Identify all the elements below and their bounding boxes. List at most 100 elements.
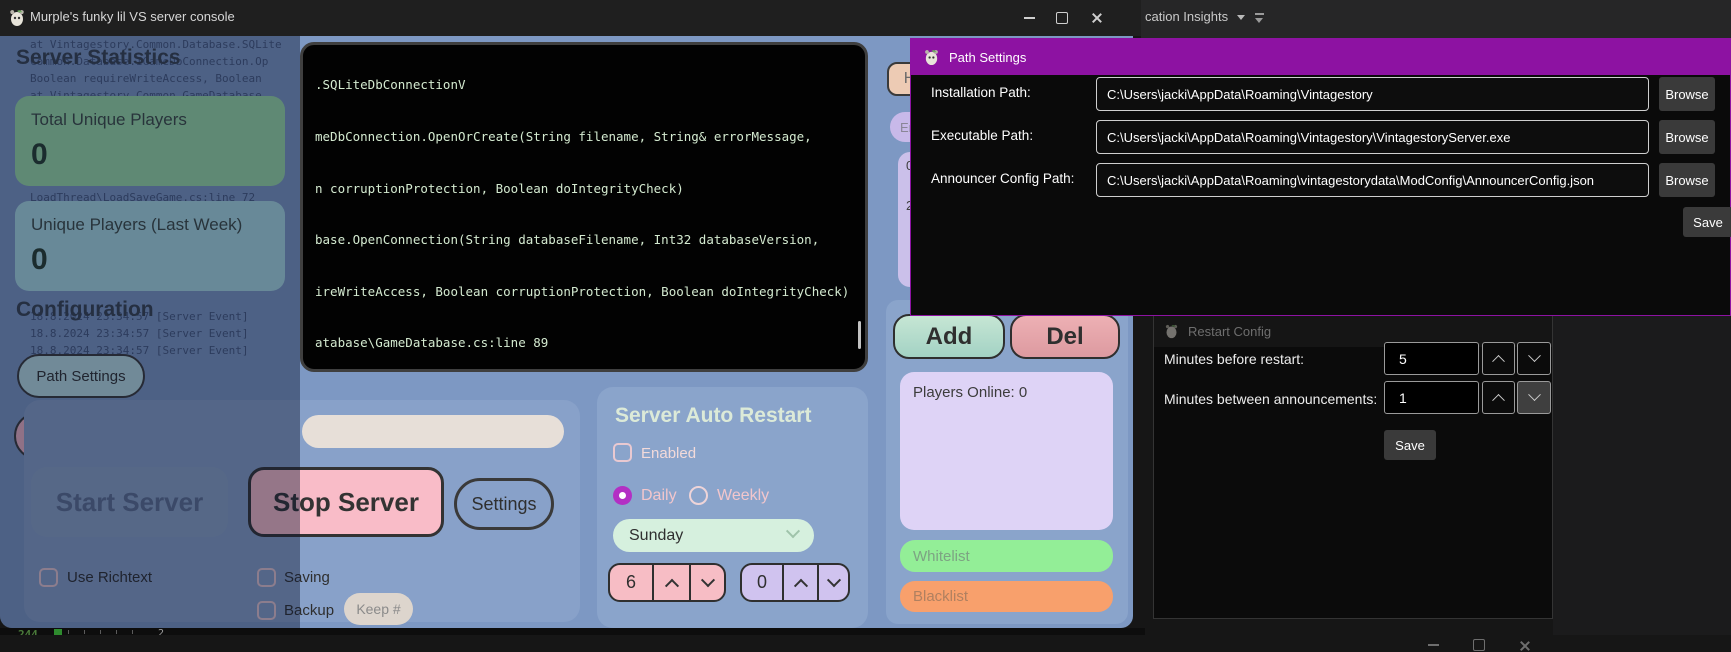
maximize-button[interactable] — [1472, 638, 1486, 652]
stop-server-label: Stop Server — [273, 487, 419, 518]
stop-server-button[interactable]: Stop Server — [248, 467, 444, 537]
executable-path-label: Executable Path: — [931, 128, 1033, 143]
maximize-button[interactable] — [1055, 11, 1069, 25]
backup-label: Backup — [284, 602, 334, 619]
minute-value[interactable]: 0 — [742, 565, 782, 600]
settings-button-label: Settings — [471, 494, 536, 515]
diagnostics-panel: 0 CPU (% of all processo 100 0 Summary E… — [1553, 314, 1731, 635]
settings-button[interactable]: Settings — [454, 478, 554, 530]
day-dropdown[interactable]: Sunday — [613, 519, 814, 552]
saving-checkbox[interactable] — [257, 568, 276, 587]
blacklist-label: Blacklist — [913, 588, 968, 605]
installation-path-browse-button[interactable]: Browse — [1659, 77, 1715, 111]
path-settings-titlebar[interactable]: Path Settings — [911, 39, 1730, 75]
whitelist-button[interactable]: Whitelist — [900, 540, 1113, 572]
hour-up-button[interactable] — [652, 565, 689, 600]
chevron-down-icon — [1528, 349, 1541, 362]
chevron-up-icon — [664, 578, 678, 592]
minutes-before-restart-input[interactable]: 5 — [1384, 342, 1479, 375]
minutes-before-up-button[interactable] — [1482, 342, 1515, 375]
chevron-up-icon — [793, 578, 807, 592]
close-button[interactable] — [1090, 11, 1104, 25]
keep-number-button[interactable]: Keep # — [344, 593, 413, 625]
enabled-checkbox[interactable] — [613, 443, 632, 462]
chevron-down-icon — [1528, 388, 1541, 401]
path-settings-button[interactable]: Path Settings — [17, 354, 145, 398]
ghost-line: Boolean requireWriteAccess, Boolean — [30, 70, 310, 87]
add-player-button[interactable]: Add — [893, 314, 1005, 359]
screen: { "colors": { "accent_purple": "#8d12a2"… — [0, 0, 1731, 635]
auto-restart-heading: Server Auto Restart — [615, 404, 811, 428]
announcer-config-path-label: Announcer Config Path: — [931, 171, 1074, 186]
strip-axis-value: 244 — [18, 628, 38, 635]
restart-config-dialog: Restart Config Minutes before restart: 5… — [1153, 314, 1553, 619]
browse-button-label: Browse — [1665, 130, 1708, 145]
minutes-between-announcements-input[interactable]: 1 — [1384, 381, 1479, 414]
window-title: Murple's funky lil VS server console — [30, 9, 235, 24]
enabled-label: Enabled — [641, 445, 696, 462]
start-server-label: Start Server — [56, 487, 203, 518]
minimize-button[interactable] — [1426, 638, 1440, 652]
keep-number-label: Keep # — [356, 601, 400, 617]
add-button-label: Add — [926, 323, 973, 351]
close-button[interactable] — [1519, 640, 1531, 652]
weekly-radio[interactable] — [689, 486, 708, 505]
saving-label: Saving — [284, 569, 330, 586]
minutes-between-up-button[interactable] — [1482, 381, 1515, 414]
minutes-between-down-button[interactable] — [1517, 381, 1551, 414]
chevron-down-icon[interactable] — [1237, 15, 1245, 20]
console-scrollbar-thumb[interactable] — [858, 321, 861, 349]
minimize-button[interactable] — [1022, 11, 1036, 25]
minute-down-button[interactable] — [817, 565, 848, 600]
minute-up-button[interactable] — [782, 565, 817, 600]
ghost-line: 18.8.2024 23:34:57 [Server Event] — [30, 325, 310, 342]
application-insights-dropdown[interactable]: cation Insights — [1145, 9, 1228, 24]
browse-button-label: Browse — [1665, 173, 1708, 188]
stat-value: 0 — [31, 138, 269, 172]
executable-path-browse-button[interactable]: Browse — [1659, 120, 1715, 154]
start-server-button[interactable]: Start Server — [31, 467, 228, 537]
blacklist-button[interactable]: Blacklist — [900, 581, 1113, 612]
server-statistics-heading: Server Statistics — [16, 46, 181, 70]
minute-stepper: 0 — [740, 563, 850, 602]
minutes-between-announcements-label: Minutes between announcements: — [1164, 391, 1377, 407]
announcer-config-browse-button[interactable]: Browse — [1659, 163, 1715, 197]
use-richtext-checkbox[interactable] — [39, 568, 58, 587]
toolbar-overflow-chevron[interactable] — [1255, 18, 1263, 23]
installation-path-label: Installation Path: — [931, 85, 1031, 100]
app-icon — [8, 9, 26, 27]
stat-label: Unique Players (Last Week) — [31, 215, 269, 235]
delete-player-button[interactable]: Del — [1010, 314, 1120, 359]
auto-restart-panel: Server Auto Restart Enabled Daily Weekly… — [597, 387, 868, 628]
path-settings-save-button[interactable]: Save — [1683, 207, 1731, 237]
command-input[interactable] — [302, 415, 564, 448]
restart-config-save-button[interactable]: Save — [1384, 430, 1436, 460]
stat-value: 0 — [31, 243, 269, 277]
path-settings-dialog: Path Settings Installation Path: Browse … — [910, 38, 1731, 316]
main-titlebar: Murple's funky lil VS server console — [0, 0, 1141, 36]
vs-toolbar: cation Insights — [1141, 0, 1731, 38]
installation-path-input[interactable] — [1096, 77, 1649, 111]
chevron-up-icon — [1492, 394, 1505, 407]
console-output[interactable]: .SQLiteDbConnectionV meDbConnection.Open… — [300, 42, 868, 372]
daily-radio[interactable] — [613, 486, 632, 505]
executable-path-input[interactable] — [1096, 120, 1649, 154]
minutes-before-down-button[interactable] — [1517, 342, 1551, 375]
announcer-config-path-input[interactable] — [1096, 163, 1649, 197]
chevron-down-icon — [826, 573, 840, 587]
hour-value[interactable]: 6 — [610, 565, 652, 600]
save-button-label: Save — [1395, 438, 1425, 453]
stat-label: Total Unique Players — [31, 110, 269, 130]
del-button-label: Del — [1046, 323, 1083, 351]
strip-tick-mark — [100, 630, 101, 634]
path-settings-button-label: Path Settings — [36, 368, 125, 385]
toolbar-overflow-icon[interactable] — [1255, 13, 1264, 15]
strip-tick-label: 2 — [158, 628, 164, 635]
app-icon — [923, 49, 940, 66]
app-icon — [1164, 324, 1179, 339]
hour-down-button[interactable] — [689, 565, 724, 600]
backup-checkbox[interactable] — [257, 601, 276, 620]
minutes-before-restart-label: Minutes before restart: — [1164, 351, 1304, 367]
use-richtext-label: Use Richtext — [67, 569, 152, 586]
strip-tick-mark — [132, 630, 133, 634]
